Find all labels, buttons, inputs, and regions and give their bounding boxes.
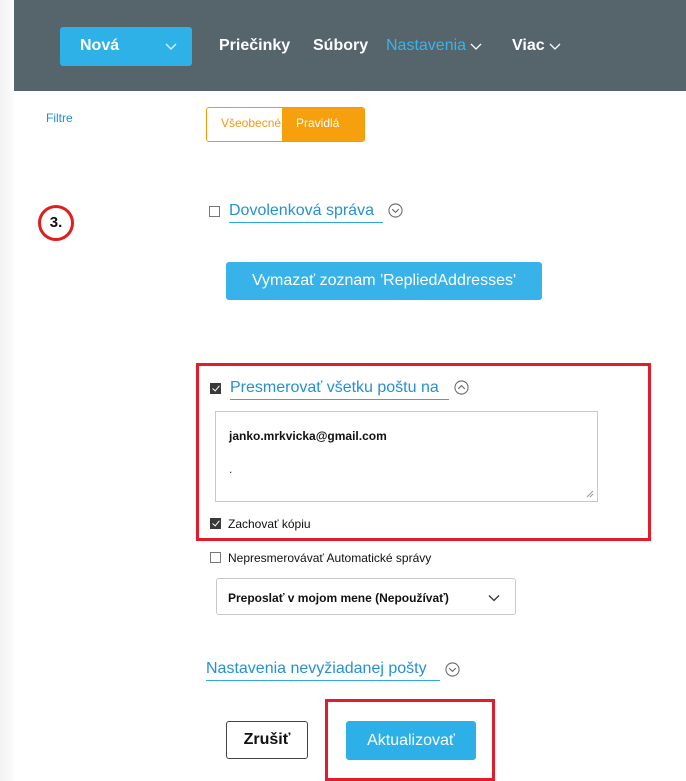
chevron-down-icon: [549, 43, 561, 50]
update-button[interactable]: Aktualizovať: [346, 721, 476, 760]
forward-checkbox[interactable]: [210, 383, 221, 394]
collapse-circle-icon[interactable]: [454, 380, 469, 395]
tab-general[interactable]: Všeobecné: [207, 108, 282, 141]
cancel-button[interactable]: Zrušiť: [226, 721, 308, 759]
vacation-checkbox[interactable]: [209, 206, 220, 217]
chevron-down-icon: [488, 595, 500, 602]
junk-settings-link[interactable]: Nastavenia nevyžiadanej pošty: [206, 660, 427, 678]
tab-rules[interactable]: Pravidlá: [282, 108, 364, 141]
no-auto-forward-label: Nepresmerovávať Automatické správy: [228, 551, 432, 565]
keep-copy-label: Zachovať kópiu: [228, 517, 311, 531]
forward-address-second-line: .: [229, 462, 233, 476]
settings-tabs: Všeobecné Pravidlá: [206, 107, 365, 142]
nav-settings-label: Nastavenia: [386, 37, 467, 54]
forward-toggle-link[interactable]: Presmerovať všetku poštu na: [230, 379, 439, 397]
step-marker: 3.: [38, 205, 74, 241]
clear-replied-addresses-button[interactable]: Vymazať zoznam 'RepliedAddresses': [226, 262, 542, 300]
forward-address-textarea[interactable]: janko.mrkvicka@gmail.com .: [215, 411, 598, 502]
resize-grip-icon[interactable]: [586, 490, 594, 498]
send-as-select[interactable]: Preposlať v mojom mene (Nepoužívať): [216, 578, 516, 615]
chevron-down-icon: [165, 43, 177, 51]
keep-copy-checkbox[interactable]: [210, 518, 221, 529]
new-button[interactable]: Nová: [60, 27, 192, 66]
send-as-selected-value: Preposlať v mojom mene (Nepoužívať): [228, 591, 449, 605]
vacation-underline: [229, 222, 383, 223]
nav-files[interactable]: Súbory: [313, 37, 368, 55]
left-shade: [0, 0, 14, 781]
nav-settings[interactable]: Nastavenia: [386, 37, 482, 55]
forward-address-value: janko.mrkvicka@gmail.com: [229, 429, 387, 443]
expand-circle-icon[interactable]: [388, 203, 403, 218]
top-navigation-bar: Nová Priečinky Súbory Nastavenia Viac: [14, 0, 686, 91]
chevron-down-icon: [470, 43, 482, 50]
forward-underline: [230, 399, 449, 400]
vacation-toggle-link[interactable]: Dovolenková správa: [229, 202, 374, 220]
expand-circle-icon[interactable]: [445, 662, 460, 677]
junk-underline: [206, 680, 440, 681]
no-auto-forward-checkbox[interactable]: [210, 552, 221, 563]
nav-more-label: Viac: [512, 37, 545, 54]
nav-folders[interactable]: Priečinky: [219, 37, 290, 55]
nav-more[interactable]: Viac: [512, 37, 561, 55]
new-button-label: Nová: [80, 37, 120, 54]
filters-link[interactable]: Filtre: [46, 111, 73, 125]
